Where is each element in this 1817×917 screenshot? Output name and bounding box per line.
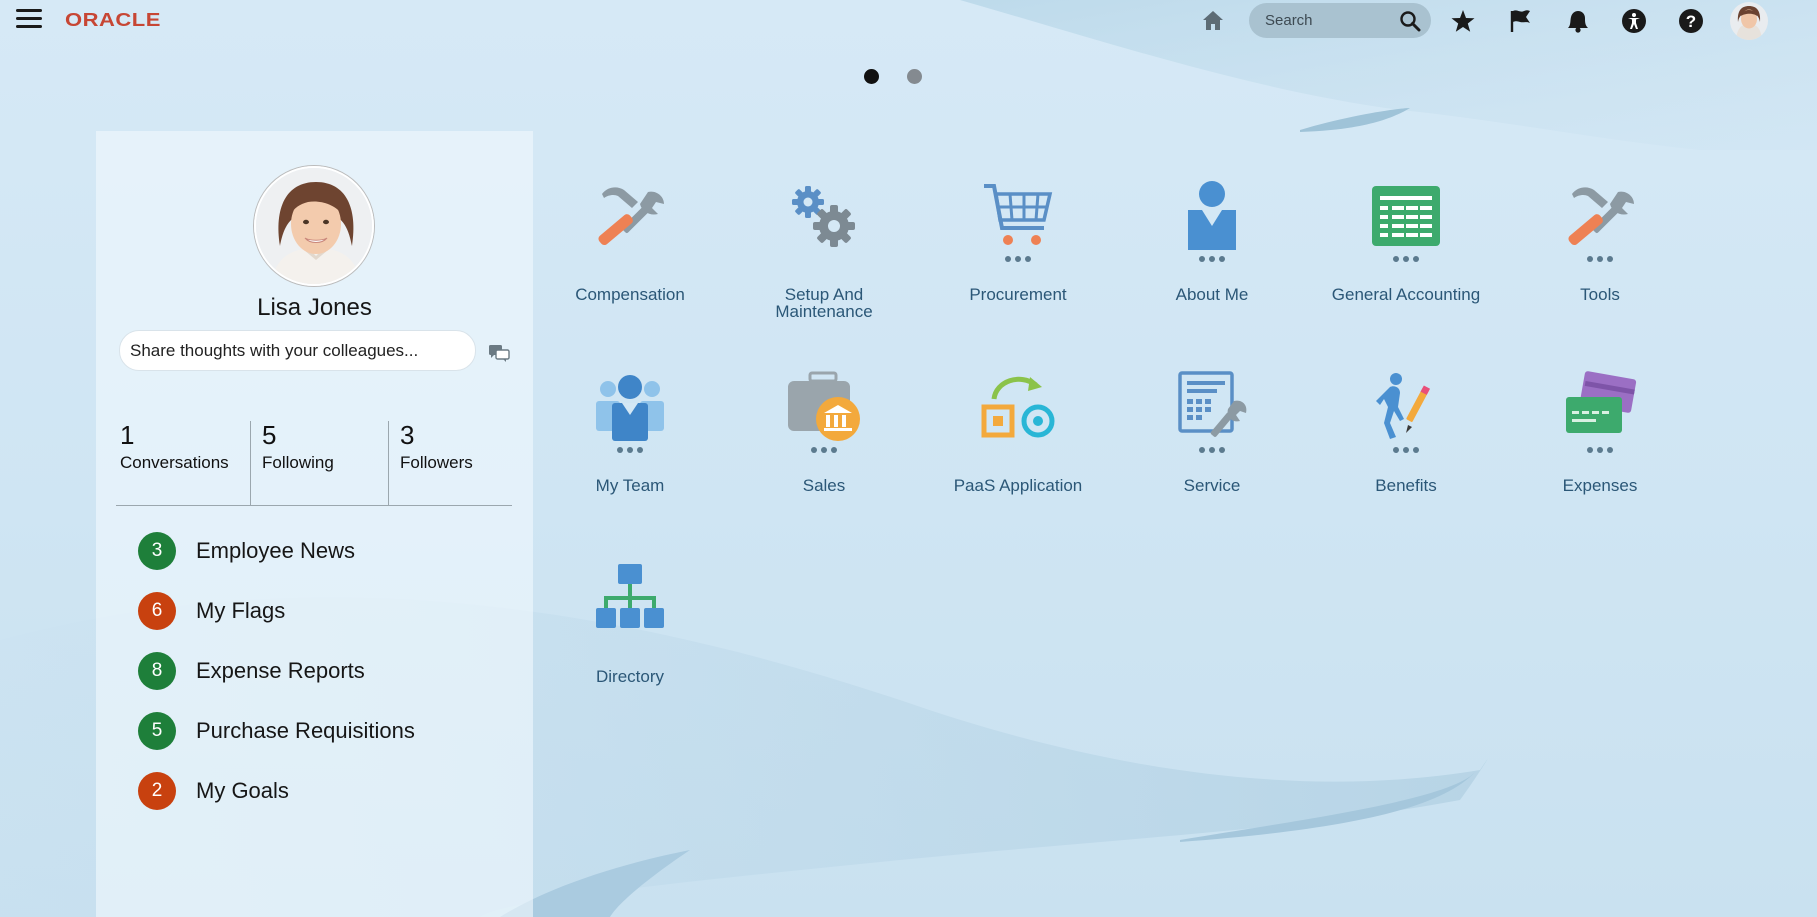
page-dot-2[interactable] bbox=[907, 69, 922, 84]
app-label: Setup And Maintenance bbox=[775, 285, 873, 321]
profile-photo[interactable] bbox=[254, 166, 374, 286]
count-badge: 6 bbox=[138, 592, 176, 630]
stat-followers[interactable]: 3 Followers bbox=[388, 421, 512, 505]
count-badge: 2 bbox=[138, 772, 176, 810]
stat-label: Following bbox=[262, 453, 334, 472]
stat-following[interactable]: 5 Following bbox=[250, 421, 388, 505]
stat-label: Conversations bbox=[120, 453, 229, 472]
stat-conversations[interactable]: 1 Conversations bbox=[116, 421, 250, 505]
menu-icon[interactable] bbox=[16, 9, 42, 31]
top-header: ORACLE ? bbox=[0, 0, 1817, 44]
benefits-icon bbox=[1376, 373, 1431, 439]
app-procurement[interactable]: Procurement bbox=[928, 180, 1108, 303]
paas-icon bbox=[981, 376, 1055, 438]
person-icon bbox=[1188, 181, 1236, 250]
worklist: 3 Employee News 6 My Flags 8 Expense Rep… bbox=[138, 531, 415, 831]
star-icon[interactable] bbox=[1450, 8, 1476, 34]
worklist-label: Expense Reports bbox=[196, 658, 365, 683]
app-benefits[interactable]: Benefits bbox=[1316, 371, 1496, 494]
app-label: Benefits bbox=[1375, 476, 1437, 495]
user-name[interactable]: Lisa Jones bbox=[96, 294, 533, 322]
svg-text:?: ? bbox=[1686, 12, 1696, 31]
app-expenses[interactable]: Expenses bbox=[1510, 371, 1690, 494]
bell-icon[interactable] bbox=[1564, 8, 1590, 34]
app-label: Service bbox=[1183, 476, 1241, 495]
social-stats: 1 Conversations 5 Following 3 Followers bbox=[116, 421, 512, 506]
app-tools[interactable]: Tools bbox=[1510, 180, 1690, 303]
app-label: PaaS Application bbox=[953, 476, 1083, 495]
page-indicator bbox=[864, 69, 922, 84]
stat-value: 3 bbox=[400, 420, 415, 450]
count-badge: 3 bbox=[138, 532, 176, 570]
app-about-me[interactable]: About Me bbox=[1122, 180, 1302, 303]
worklist-item-purchase-requisitions[interactable]: 5 Purchase Requisitions bbox=[138, 711, 415, 751]
worklist-label: Employee News bbox=[196, 538, 355, 563]
app-paas-application[interactable]: PaaS Application bbox=[928, 371, 1108, 494]
conversation-icon[interactable] bbox=[488, 343, 510, 363]
search-icon[interactable] bbox=[1399, 10, 1421, 32]
app-label: About Me bbox=[1175, 285, 1249, 304]
cards-icon bbox=[1566, 371, 1637, 433]
app-service[interactable]: Service bbox=[1122, 371, 1302, 494]
count-badge: 5 bbox=[138, 712, 176, 750]
ledger-icon bbox=[1372, 186, 1440, 246]
app-label: Tools bbox=[1580, 285, 1620, 304]
stat-value: 1 bbox=[120, 420, 135, 450]
org-chart-icon bbox=[596, 564, 664, 628]
app-sales[interactable]: Sales bbox=[734, 371, 914, 494]
help-icon[interactable]: ? bbox=[1678, 8, 1704, 34]
worklist-label: My Flags bbox=[196, 598, 286, 623]
stat-value: 5 bbox=[262, 420, 277, 450]
app-label: My Team bbox=[595, 476, 665, 495]
page-dot-1[interactable] bbox=[864, 69, 879, 84]
app-my-team[interactable]: My Team bbox=[540, 371, 720, 494]
gears-icon bbox=[792, 186, 855, 247]
worklist-item-expense-reports[interactable]: 8 Expense Reports bbox=[138, 651, 415, 691]
app-general-accounting[interactable]: General Accounting bbox=[1316, 180, 1496, 303]
app-directory[interactable]: Directory bbox=[540, 562, 720, 685]
service-icon bbox=[1178, 371, 1247, 437]
briefcase-bank-icon bbox=[788, 371, 860, 441]
app-label: Directory bbox=[595, 667, 664, 686]
count-badge: 8 bbox=[138, 652, 176, 690]
stat-label: Followers bbox=[400, 453, 473, 472]
app-label: Expenses bbox=[1562, 476, 1638, 495]
worklist-item-my-flags[interactable]: 6 My Flags bbox=[138, 591, 415, 631]
app-label: Compensation bbox=[575, 285, 685, 304]
home-icon[interactable] bbox=[1199, 7, 1227, 35]
app-label: General Accounting bbox=[1331, 285, 1481, 304]
app-compensation[interactable]: Compensation bbox=[540, 180, 720, 303]
share-thoughts-input[interactable]: Share thoughts with your colleagues... bbox=[119, 330, 476, 371]
tools-icon bbox=[1568, 187, 1634, 246]
app-label: Sales bbox=[802, 476, 846, 495]
app-setup-and-maintenance[interactable]: Setup And Maintenance bbox=[734, 180, 914, 320]
app-label: Procurement bbox=[969, 285, 1067, 304]
worklist-item-my-goals[interactable]: 2 My Goals bbox=[138, 771, 415, 811]
profile-panel: Lisa Jones Share thoughts with your coll… bbox=[96, 131, 533, 917]
team-icon bbox=[596, 375, 664, 441]
user-avatar[interactable] bbox=[1730, 2, 1768, 40]
search-input[interactable] bbox=[1265, 3, 1395, 38]
accessibility-icon[interactable] bbox=[1621, 8, 1647, 34]
worklist-label: My Goals bbox=[196, 778, 289, 803]
tools-icon bbox=[598, 187, 664, 246]
oracle-logo[interactable]: ORACLE bbox=[65, 9, 161, 31]
worklist-item-employee-news[interactable]: 3 Employee News bbox=[138, 531, 415, 571]
search-box bbox=[1249, 3, 1431, 38]
flag-icon[interactable] bbox=[1507, 8, 1533, 34]
worklist-label: Purchase Requisitions bbox=[196, 718, 415, 743]
cart-icon bbox=[984, 184, 1053, 245]
